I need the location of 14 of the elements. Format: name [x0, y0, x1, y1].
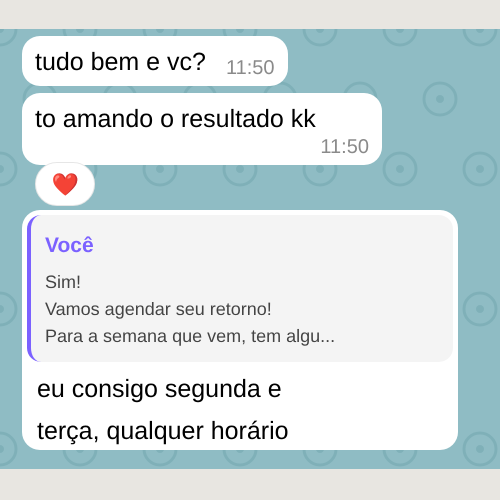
message-bubble[interactable]: Você Sim! Vamos agendar seu retorno! Para a semana que vem, tem algu... eu consigo segunda e terça, qualquer horário — [22, 210, 458, 450]
message-text: to amando o resultado kk — [35, 104, 316, 135]
message-text: tudo bem e vc? — [35, 47, 206, 78]
quote-text: Para a semana que vem, tem algu... — [45, 325, 336, 348]
quoted-message[interactable]: Você Sim! Vamos agendar seu retorno! Para a semana que vem, tem algu... — [27, 215, 453, 362]
message-bubble[interactable]: tudo bem e vc? 11:50 — [22, 36, 288, 86]
message-time: 11:50 — [226, 57, 275, 79]
quote-text: Vamos agendar seu retorno! — [45, 298, 273, 321]
quote-author: Você — [45, 233, 95, 259]
reaction-badge[interactable]: ❤ — [35, 162, 95, 206]
quote-text: Sim! — [45, 271, 82, 294]
message-time: 11:50 — [320, 136, 369, 158]
message-bubble[interactable]: to amando o resultado kk 11:50 — [22, 93, 382, 165]
message-text: eu consigo segunda e terça, qualquer horário — [36, 374, 290, 447]
